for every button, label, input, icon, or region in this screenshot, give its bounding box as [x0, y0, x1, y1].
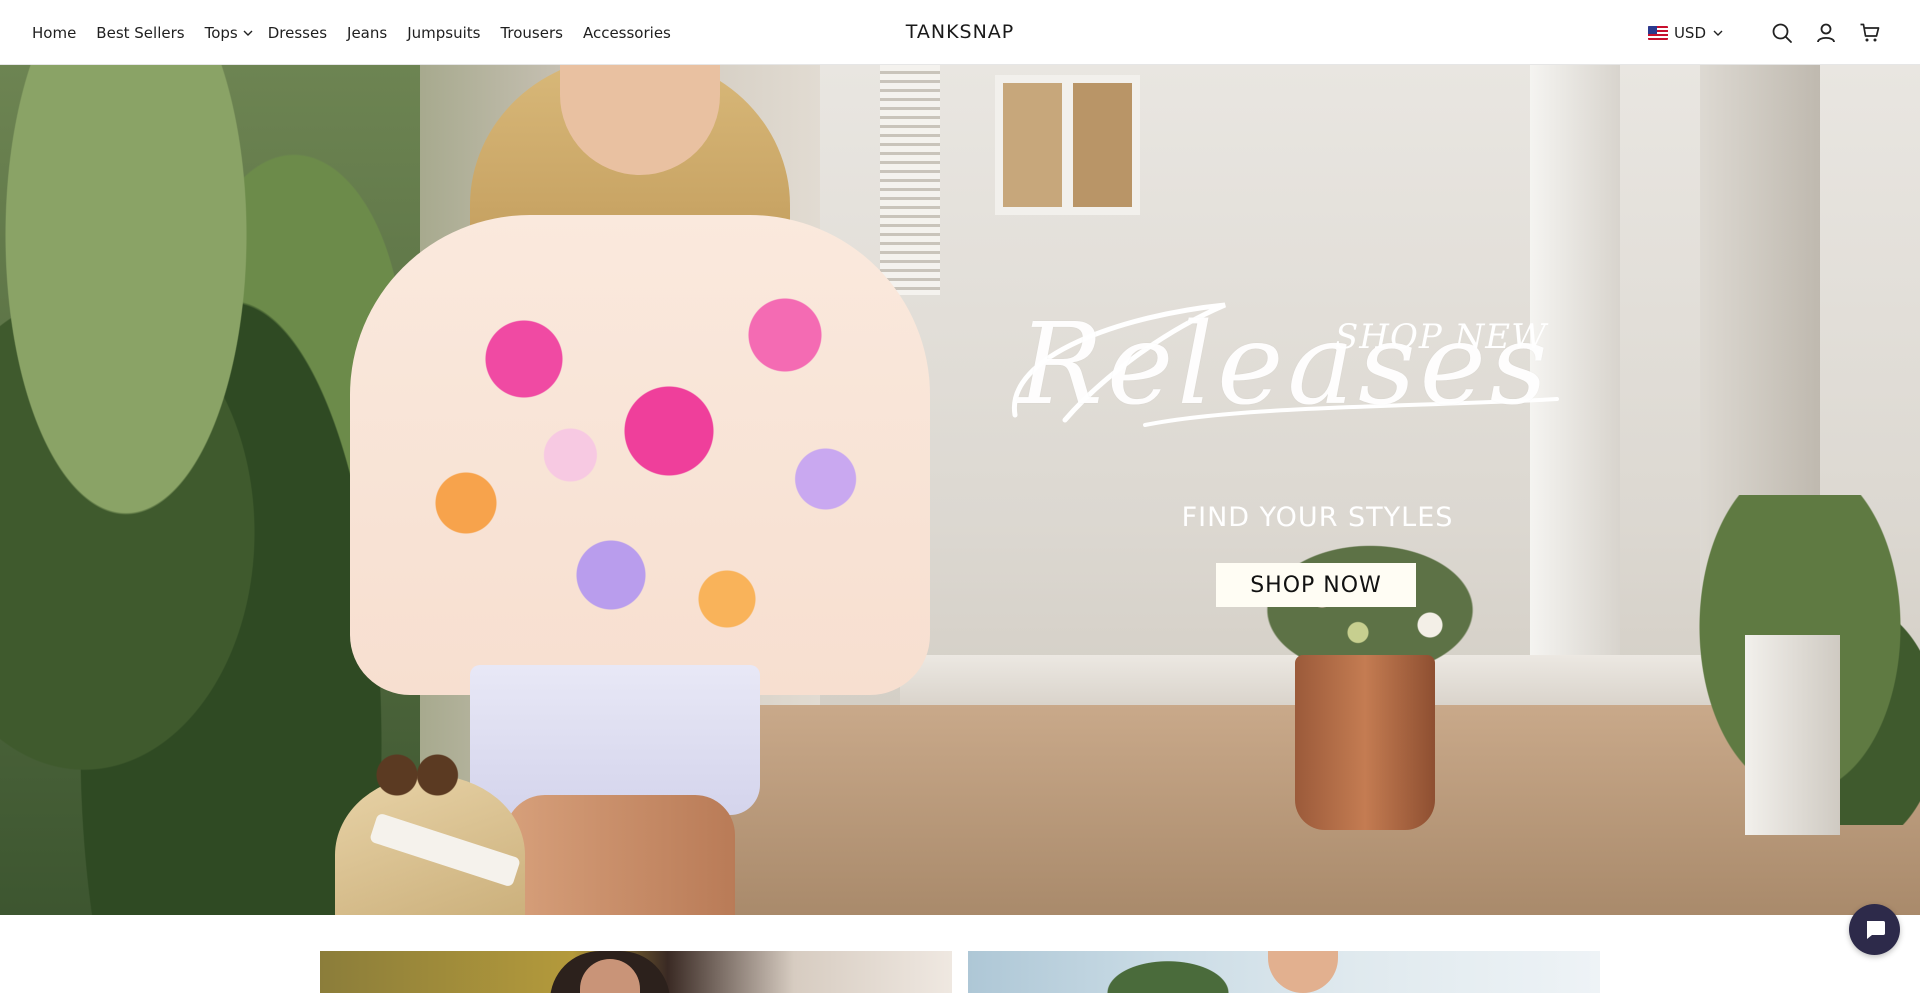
hero-photo-window [995, 75, 1070, 215]
hero-script-title: Releases [1018, 300, 1552, 430]
chat-icon [1866, 920, 1885, 939]
model-sunglasses [370, 745, 460, 805]
collection-card[interactable] [968, 951, 1600, 993]
nav-item-label: Home [32, 23, 77, 42]
nav-item-jeans[interactable]: Jeans [347, 24, 387, 42]
us-flag-icon [1647, 25, 1668, 40]
nav-item-accessories[interactable]: Accessories [583, 24, 671, 42]
model-floral-blouse [350, 215, 930, 695]
card-model-face [1268, 951, 1338, 993]
collection-cards [0, 915, 1920, 993]
nav-item-label: Dresses [267, 23, 328, 42]
shop-now-button[interactable]: SHOP NOW [1216, 563, 1416, 607]
nav-item-label: Tops [204, 23, 238, 42]
nav-item-trousers[interactable]: Trousers [500, 24, 563, 42]
hero-subtitle: FIND YOUR STYLES [1181, 502, 1454, 533]
nav-item-tops[interactable]: Tops [205, 24, 254, 42]
nav-item-label: Jeans [347, 23, 388, 42]
nav-item-jumpsuits[interactable]: Jumpsuits [407, 24, 480, 42]
model-legs [505, 795, 735, 915]
model-denim-shorts [470, 665, 760, 815]
currency-label: USD [1673, 23, 1706, 42]
chat-launcher-button[interactable] [1849, 904, 1900, 955]
chevron-down-icon [243, 30, 253, 36]
hero-model-image [330, 65, 930, 915]
site-header: Home Best Sellers Tops Dresses Jeans Jum… [0, 0, 1920, 65]
nav-item-best-sellers[interactable]: Best Sellers [96, 24, 184, 42]
nav-item-label: Jumpsuits [407, 23, 481, 42]
nav-item-dresses[interactable]: Dresses [268, 24, 327, 42]
hero-photo-flowerpot [1295, 655, 1435, 830]
header-tools: USD [1647, 0, 1882, 65]
account-icon[interactable] [1814, 21, 1838, 45]
hero-photo-planter [1745, 635, 1840, 835]
nav-item-label: Best Sellers [96, 23, 185, 42]
brand-logo[interactable]: TANKSNAP [906, 21, 1015, 43]
hero-photo-window [1065, 75, 1140, 215]
nav-item-home[interactable]: Home [32, 24, 76, 42]
nav-item-label: Trousers [500, 23, 563, 42]
search-icon[interactable] [1770, 21, 1794, 45]
cart-icon[interactable] [1858, 21, 1882, 45]
card-palm-tree [1088, 951, 1248, 993]
hero-kicker: SHOP NEW [1335, 317, 1548, 357]
chevron-down-icon [1713, 30, 1723, 36]
collection-card[interactable] [320, 951, 952, 993]
currency-selector[interactable]: USD [1647, 23, 1724, 42]
hero-text-block: Releases SHOP NEW FIND YOUR STYLES SHOP … [1005, 295, 1625, 615]
hero-banner: Releases SHOP NEW FIND YOUR STYLES SHOP … [0, 65, 1920, 915]
nav-item-label: Accessories [582, 23, 671, 42]
main-nav: Home Best Sellers Tops Dresses Jeans Jum… [32, 0, 691, 65]
